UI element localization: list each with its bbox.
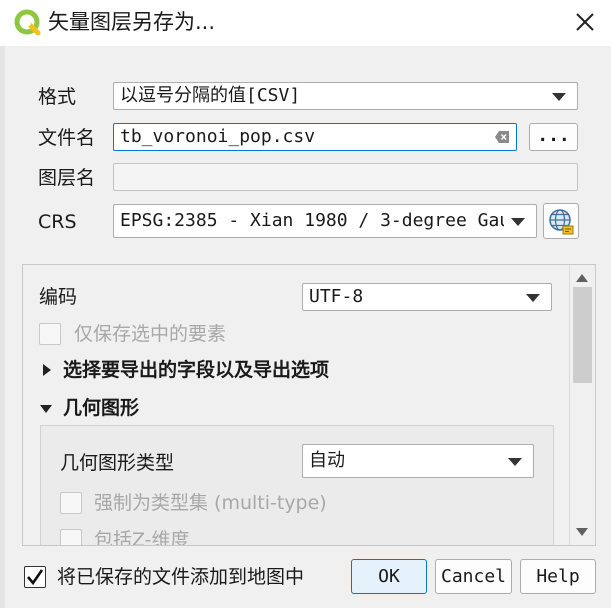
qgis-logo-icon [14,9,41,36]
clear-text-icon[interactable] [495,131,509,143]
geometry-group: 几何图形类型 自动 强制为类型集 (multi-type) 包括Z-维度 [40,425,554,546]
save-selected-label: 仅保存选中的要素 [74,323,227,345]
save-selected-checkbox [39,323,61,345]
chevron-down-icon[interactable] [40,404,52,414]
scroll-down-arrow-icon[interactable] [576,528,588,536]
fields-section-header[interactable]: 选择要导出的字段以及导出选项 [63,357,329,383]
crs-selector-button[interactable] [543,203,579,239]
layername-input [113,163,578,191]
crs-select[interactable]: EPSG:2385 - Xian 1980 / 3-degree Gau [113,204,537,238]
window-title: 矢量图层另存为... [48,10,216,34]
globe-projection-icon [549,209,574,235]
geometry-type-select[interactable]: 自动 [302,444,534,478]
checkmark-icon [27,569,44,586]
include-z-label: 包括Z-维度 [94,529,190,546]
chevron-down-icon [511,218,525,226]
add-to-map-label: 将已保存的文件添加到地图中 [57,566,305,588]
include-z-checkbox [60,529,82,545]
add-to-map-checkbox[interactable] [24,566,46,588]
format-select-value: 以逗号分隔的值[CSV] [120,85,301,106]
chevron-right-icon[interactable] [42,364,52,376]
layername-label: 图层名 [38,167,96,189]
filename-label: 文件名 [38,127,96,149]
chevron-down-icon [552,93,566,101]
scrollbar-thumb[interactable] [573,287,592,383]
window-edge [0,46,5,608]
force-multi-checkbox [60,492,82,514]
options-scrollbar[interactable] [569,265,595,545]
browse-button[interactable]: ... [529,123,578,151]
encoding-select[interactable]: UTF-8 [302,283,552,311]
filename-input-value: tb_voronoi_pop.csv [120,126,316,147]
cancel-button[interactable]: Cancel [435,559,512,594]
force-multi-label: 强制为类型集 (multi-type) [94,492,327,514]
title-bar: 矢量图层另存为... [0,0,611,46]
crs-label: CRS [38,211,77,233]
options-panel: 编码 UTF-8 仅保存选中的要素 选择要导出的字段以及导出选项 几何图形 几何… [22,264,596,546]
scroll-up-arrow-icon[interactable] [576,274,588,282]
ok-button[interactable]: OK [351,559,427,594]
close-button[interactable] [566,4,604,40]
geometry-section-header[interactable]: 几何图形 [63,395,139,421]
geometry-type-value: 自动 [309,450,345,471]
encoding-label: 编码 [39,286,78,308]
format-label: 格式 [38,86,77,108]
crs-select-value: EPSG:2385 - Xian 1980 / 3-degree Gau [120,210,504,231]
geometry-type-label: 几何图形类型 [60,452,175,474]
filename-input[interactable]: tb_voronoi_pop.csv [113,123,517,151]
help-button[interactable]: Help [520,559,596,594]
format-select[interactable]: 以逗号分隔的值[CSV] [113,82,578,110]
encoding-select-value: UTF-8 [309,286,364,307]
close-icon [576,13,594,31]
chevron-down-icon [526,294,540,302]
chevron-down-icon [508,458,522,466]
